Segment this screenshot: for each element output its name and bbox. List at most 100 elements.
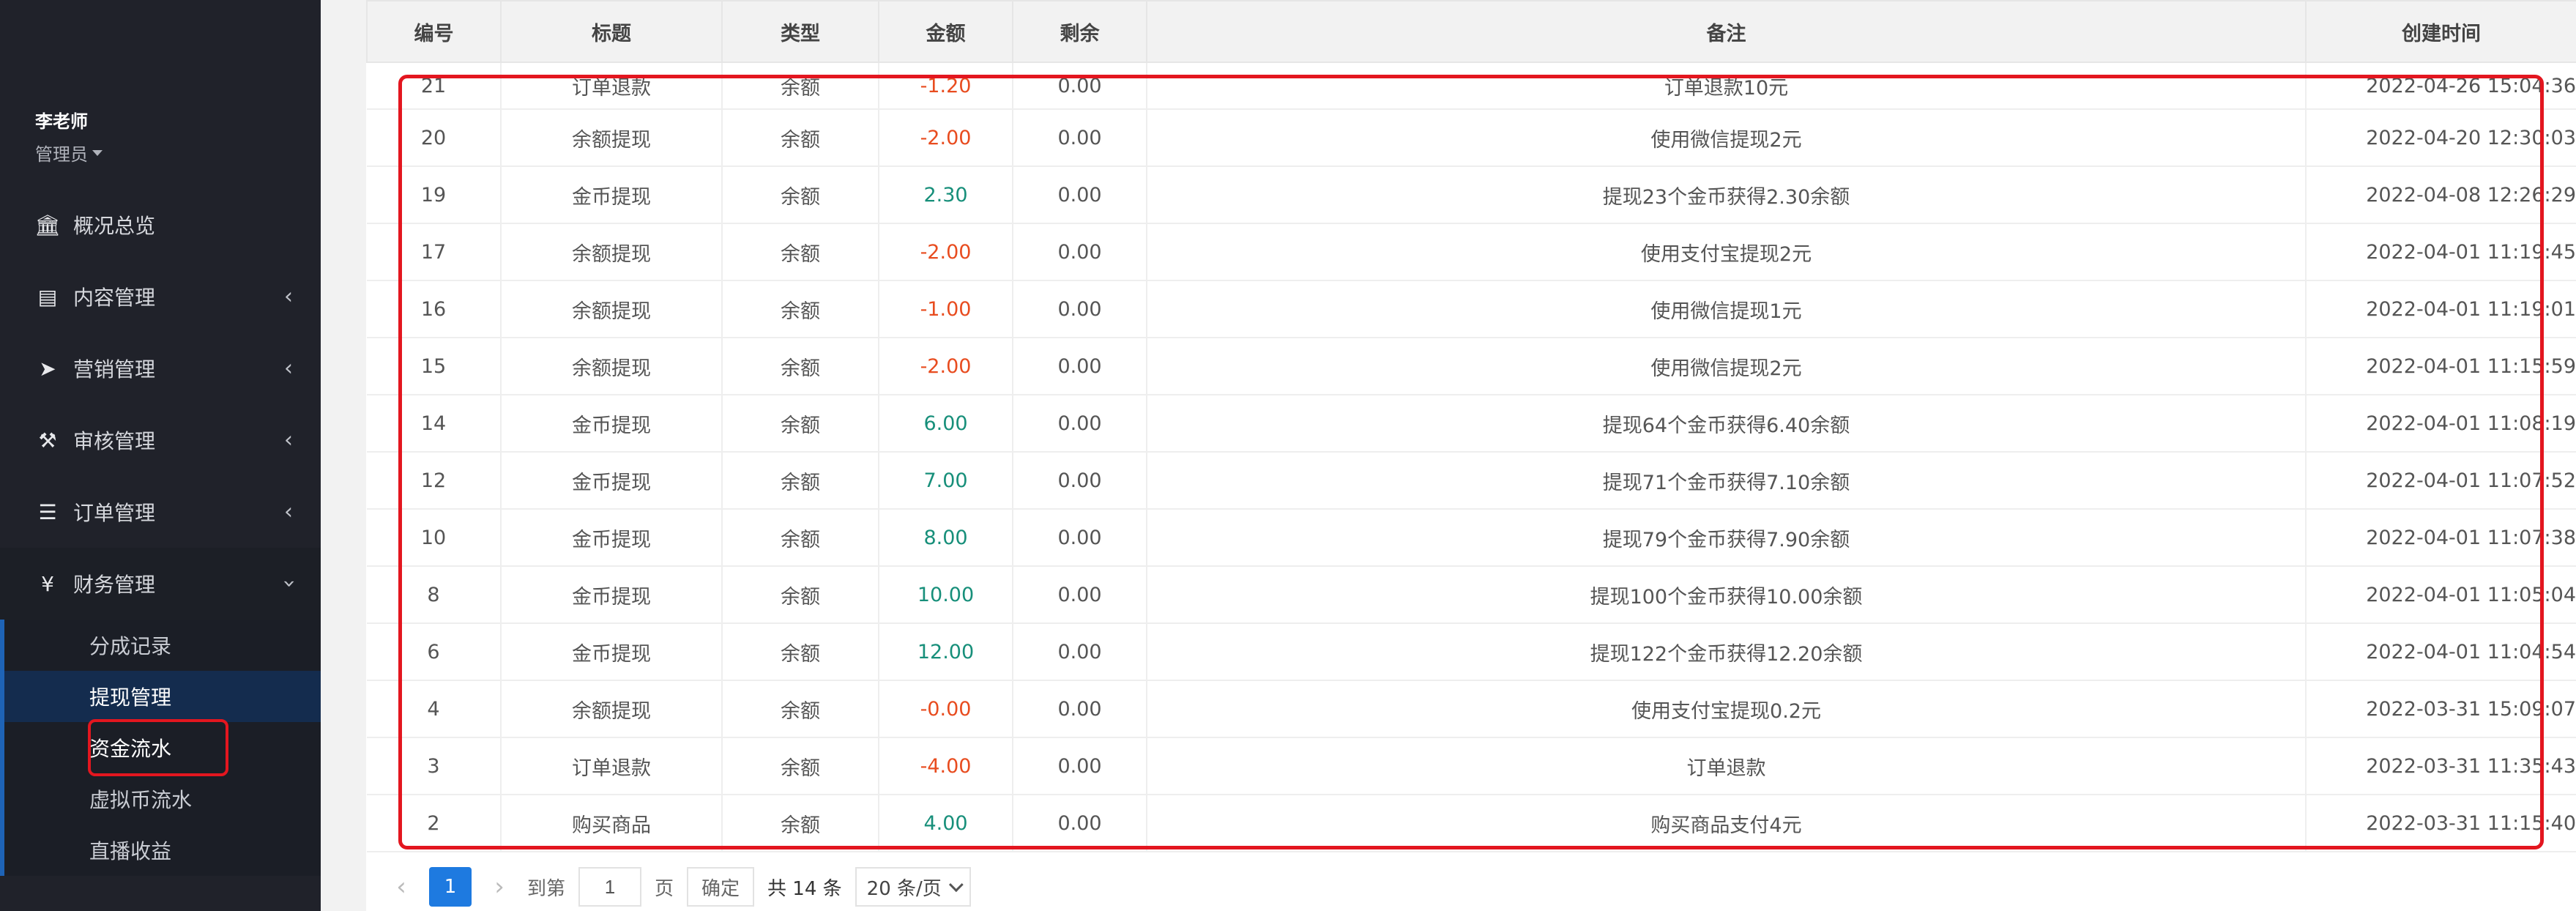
finance-submenu: 分成记录 提现管理 资金流水 虚拟币流水 直播收益 <box>0 620 321 876</box>
finance-sub-item-0[interactable]: 分成记录 <box>4 620 321 671</box>
column-header[interactable]: 创建时间 <box>2305 0 2576 63</box>
cell-type: 余额 <box>722 680 879 738</box>
sidebar-item-0[interactable]: 🏛 概况总览 <box>0 189 321 261</box>
cell-rest: 0.00 <box>1013 62 1147 110</box>
table-row[interactable]: 12 金币提现 余额 7.00 0.00 提现71个金币获得7.10余额 2022-04-0… <box>367 452 2576 510</box>
cell-rest: 0.00 <box>1013 338 1147 395</box>
yen-icon: ¥ <box>41 571 54 596</box>
cell-id: 17 <box>367 223 502 281</box>
table-row[interactable]: 20 余额提现 余额 -2.00 0.00 使用微信提现2元 2022-04-20 12:3… <box>367 109 2576 167</box>
chevron-left-icon: ‹ <box>284 499 293 525</box>
goto-label: 到第 <box>527 877 566 900</box>
cell-rest: 0.00 <box>1013 566 1147 624</box>
cell-type: 余额 <box>722 795 879 852</box>
cell-note: 提现100个金币获得10.00余额 <box>1147 566 2307 624</box>
table-row[interactable]: 10 金币提现 余额 8.00 0.00 提现79个金币获得7.90余额 2022-04-0… <box>367 509 2576 567</box>
finance-sub-item-1[interactable]: 提现管理 <box>4 671 321 722</box>
cell-id: 15 <box>367 338 502 395</box>
cell-amount: -1.00 <box>879 280 1013 338</box>
cell-rest: 0.00 <box>1013 166 1147 224</box>
cell-type: 余额 <box>722 280 879 338</box>
column-header[interactable]: 备注 <box>1146 0 2307 63</box>
cell-time: 2022-04-01 11:19:01 <box>2306 280 2576 338</box>
cell-title: 余额提现 <box>501 109 723 167</box>
cell-type: 余额 <box>722 737 879 795</box>
page-size-select[interactable]: 20 条/页 <box>855 867 971 907</box>
sidebar-item-1[interactable]: ▤ 内容管理 ‹ <box>0 261 321 332</box>
cell-amount: -1.20 <box>879 62 1013 110</box>
cell-rest: 0.00 <box>1013 623 1147 681</box>
table-row[interactable]: 2 购买商品 余额 4.00 0.00 购买商品支付4元 2022-03-31 11:15:… <box>367 795 2576 852</box>
column-header[interactable]: 剩余 <box>1012 0 1147 63</box>
table-row[interactable]: 6 金币提现 余额 12.00 0.00 提现122个金币获得12.20余额 2022-04… <box>367 623 2576 681</box>
column-header[interactable]: 类型 <box>721 0 879 63</box>
cell-type: 余额 <box>722 62 879 110</box>
sidebar-item-label: 财务管理 <box>73 573 156 597</box>
cell-amount: 10.00 <box>879 566 1013 624</box>
table-row[interactable]: 15 余额提现 余额 -2.00 0.00 使用微信提现2元 2022-04-01 11:1… <box>367 338 2576 395</box>
cell-id: 4 <box>367 680 502 738</box>
cell-title: 金币提现 <box>501 509 723 567</box>
table-row[interactable]: 21 订单退款 余额 -1.20 0.00 订单退款10元 2022-04-26 15:04… <box>367 62 2576 110</box>
finance-sub-item-4[interactable]: 直播收益 <box>4 825 321 876</box>
finance-sub-item-2[interactable]: 资金流水 <box>4 722 321 773</box>
table-row[interactable]: 16 余额提现 余额 -1.00 0.00 使用微信提现1元 2022-04-01 11:1… <box>367 280 2576 338</box>
goto-page-input[interactable] <box>578 867 642 907</box>
chevron-left-icon: ‹ <box>284 283 293 310</box>
cell-rest: 0.00 <box>1013 280 1147 338</box>
page-suffix-label: 页 <box>655 877 674 900</box>
table-row[interactable]: 8 金币提现 余额 10.00 0.00 提现100个金币获得10.00余额 2022-04… <box>367 566 2576 624</box>
cell-note: 订单退款10元 <box>1147 62 2307 110</box>
cell-time: 2022-04-26 15:04:36 <box>2306 62 2576 110</box>
cell-rest: 0.00 <box>1013 109 1147 167</box>
user-role-dropdown[interactable]: 管理员 <box>35 140 103 166</box>
sidebar-item-2[interactable]: ➤ 营销管理 ‹ <box>0 332 321 404</box>
cell-rest: 0.00 <box>1013 680 1147 738</box>
cell-time: 2022-03-31 15:09:07 <box>2306 680 2576 738</box>
cell-id: 21 <box>367 62 502 110</box>
cell-id: 2 <box>367 795 502 852</box>
cell-amount: -0.00 <box>879 680 1013 738</box>
cell-type: 余额 <box>722 166 879 224</box>
next-page-icon[interactable]: › <box>485 872 514 901</box>
fund-flow-table: 编号 标题 类型 金额 剩余 备注 创建时间 21 订单退款 余额 -1.20 0.00 订单退款10… <box>366 0 2576 852</box>
cell-id: 14 <box>367 395 502 453</box>
user-role-label: 管理员 <box>35 144 88 165</box>
cell-title: 余额提现 <box>501 280 723 338</box>
table-row[interactable]: 3 订单退款 余额 -4.00 0.00 订单退款 2022-03-31 11:35:43 <box>367 737 2576 795</box>
sidebar-item-5[interactable]: ¥ 财务管理 ‹ <box>0 548 321 620</box>
finance-sub-item-3[interactable]: 虚拟币流水 <box>4 773 321 825</box>
table-row[interactable]: 14 金币提现 余额 6.00 0.00 提现64个金币获得6.40余额 2022-04-0… <box>367 395 2576 453</box>
cell-id: 19 <box>367 166 502 224</box>
cell-title: 余额提现 <box>501 680 723 738</box>
column-header[interactable]: 金额 <box>878 0 1013 63</box>
cell-time: 2022-04-01 11:07:52 <box>2306 452 2576 510</box>
sidebar-item-label: 审核管理 <box>73 429 156 453</box>
cell-amount: 12.00 <box>879 623 1013 681</box>
cell-amount: 8.00 <box>879 509 1013 567</box>
page-number-current[interactable]: 1 <box>429 867 472 907</box>
cell-amount: -2.00 <box>879 223 1013 281</box>
table-row[interactable]: 4 余额提现 余额 -0.00 0.00 使用支付宝提现0.2元 2022-03-31 15… <box>367 680 2576 738</box>
prev-page-icon[interactable]: ‹ <box>387 872 416 901</box>
sidebar-item-3[interactable]: ⚒ 审核管理 ‹ <box>0 404 321 476</box>
main-content: 编号 标题 类型 金额 剩余 备注 创建时间 21 订单退款 余额 -1.20 0.00 订单退款10… <box>321 0 2576 911</box>
column-header[interactable]: 标题 <box>500 0 723 63</box>
cell-time: 2022-04-01 11:07:38 <box>2306 509 2576 567</box>
cell-time: 2022-04-01 11:05:04 <box>2306 566 2576 624</box>
chevron-down-icon: ‹ <box>275 579 302 588</box>
cell-note: 使用微信提现2元 <box>1147 109 2307 167</box>
cell-type: 余额 <box>722 566 879 624</box>
cell-time: 2022-04-08 12:26:29 <box>2306 166 2576 224</box>
cell-amount: 6.00 <box>879 395 1013 453</box>
table-row[interactable]: 19 金币提现 余额 2.30 0.00 提现23个金币获得2.30余额 2022-04-0… <box>367 166 2576 224</box>
sidebar-item-4[interactable]: ☰ 订单管理 ‹ <box>0 476 321 548</box>
cell-time: 2022-03-31 11:35:43 <box>2306 737 2576 795</box>
cell-title: 金币提现 <box>501 452 723 510</box>
sidebar-item-label: 订单管理 <box>73 501 156 525</box>
table-row[interactable]: 17 余额提现 余额 -2.00 0.00 使用支付宝提现2元 2022-04-01 11:… <box>367 223 2576 281</box>
column-header[interactable]: 编号 <box>366 0 502 63</box>
sidebar-item-label: 营销管理 <box>73 357 156 382</box>
cell-title: 金币提现 <box>501 395 723 453</box>
goto-confirm-button[interactable]: 确定 <box>687 867 755 907</box>
